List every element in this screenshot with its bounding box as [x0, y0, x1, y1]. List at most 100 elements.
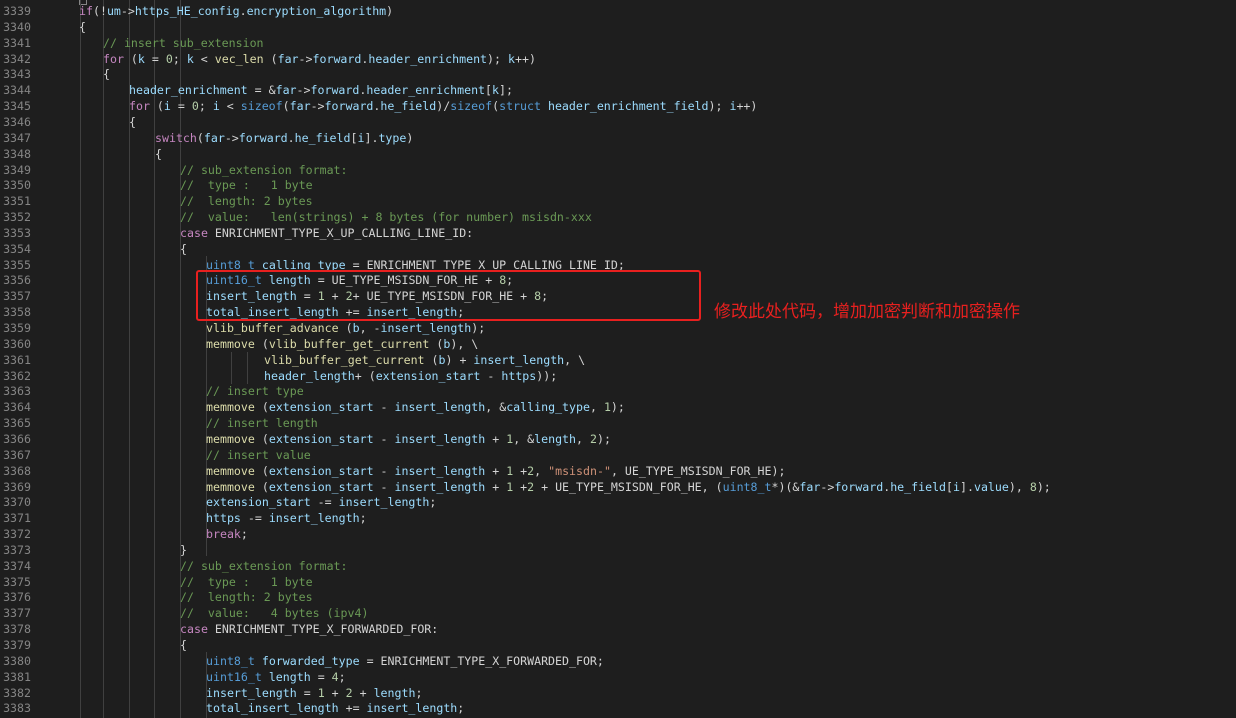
code-token: )	[386, 4, 394, 18]
code-token: = ENRICHMENT_TYPE_X_FORWARDED_FOR;	[359, 653, 604, 668]
code-text: memmove (extension_start - insert_length…	[206, 479, 1051, 495]
code-token: ].	[960, 479, 974, 494]
code-line[interactable]: 3368 memmove (extension_start - insert_le…	[0, 463, 1236, 479]
code-token: insert_length	[394, 479, 486, 494]
code-line[interactable]: 3361 vlib_buffer_get_current (b) + insert…	[0, 352, 1236, 368]
code-token: ,	[589, 400, 604, 415]
code-line[interactable]: 3341 // insert sub_extension	[0, 35, 1236, 51]
code-token: );	[471, 321, 486, 335]
code-token: i	[163, 99, 171, 114]
code-token: (	[254, 463, 269, 478]
code-line[interactable]: 3362 header_length+ (extension_start - ht…	[0, 368, 1236, 384]
code-text: // insert type	[206, 383, 304, 399]
code-line[interactable]: 3383 total_insert_length += insert_length…	[0, 700, 1236, 716]
code-token: ;	[415, 685, 423, 700]
code-token: );	[610, 400, 625, 415]
code-token: insert_length	[206, 685, 297, 700]
code-line[interactable]: 3353 case ENRICHMENT_TYPE_X_UP_CALLING_LI…	[0, 225, 1236, 241]
code-line[interactable]: 3350 // type : 1 byte	[0, 177, 1236, 193]
code-line[interactable]: 3339 if(!um->https_HE_config.encryption_a…	[0, 3, 1236, 19]
code-token: -	[373, 463, 395, 478]
code-line[interactable]: 3381 uint16_t length = 4;	[0, 669, 1236, 685]
code-token: case	[180, 225, 208, 240]
code-token: 4	[331, 669, 339, 684]
code-token: ->	[298, 51, 313, 66]
line-number: 3342	[3, 51, 31, 66]
code-line[interactable]: 3382 insert_length = 1 + 2 + length;	[0, 685, 1236, 701]
code-line[interactable]: 3376 // length: 2 bytes	[0, 589, 1236, 605]
code-token: ++)	[736, 99, 758, 114]
code-line[interactable]: 3352 // value: len(strings) + 8 bytes (fo…	[0, 209, 1236, 225]
code-line[interactable]: 3340 {	[0, 19, 1236, 35]
code-token: );	[1036, 479, 1051, 494]
code-line[interactable]: 3347 switch(far->forward.he_field[i].type…	[0, 130, 1236, 146]
code-token: value	[973, 479, 1009, 494]
code-line[interactable]: 3379 {	[0, 637, 1236, 653]
code-line[interactable]: 3344 header_enrichment = &far->forward.he…	[0, 82, 1236, 98]
code-token: b	[438, 352, 446, 367]
code-token: https_HE_config	[134, 4, 240, 18]
line-number: 3358	[3, 305, 31, 320]
code-text: // type : 1 byte	[180, 574, 313, 590]
code-line[interactable]: 3375 // type : 1 byte	[0, 574, 1236, 590]
code-line[interactable]: 3360 memmove (vlib_buffer_get_current (b)…	[0, 336, 1236, 352]
code-line[interactable]: 3363 // insert type	[0, 383, 1236, 399]
code-line[interactable]: 3365 // insert length	[0, 415, 1236, 431]
line-number: 3340	[3, 19, 31, 34]
code-token: he_field	[890, 479, 947, 494]
code-text: // insert value	[206, 447, 311, 463]
code-token: (	[338, 321, 353, 335]
code-line[interactable]: 3374 // sub_extension format:	[0, 558, 1236, 574]
code-token: ->	[120, 4, 135, 18]
code-token: +=	[338, 701, 367, 716]
code-line[interactable]: 3371 https -= insert_length;	[0, 510, 1236, 526]
code-line[interactable]: 3370 extension_start -= insert_length;	[0, 494, 1236, 510]
code-line[interactable]: 3373}	[0, 542, 1236, 558]
code-token: // insert sub_extension	[103, 35, 264, 50]
code-token: forward	[310, 83, 360, 98]
code-token: forwarded_type	[261, 653, 360, 668]
code-token: -	[373, 400, 395, 415]
line-number: 3350	[3, 178, 31, 193]
code-text: case ENRICHMENT_TYPE_X_UP_CALLING_LINE_I…	[180, 225, 473, 241]
code-token: struct	[499, 99, 541, 114]
code-line[interactable]: 3346 {	[0, 114, 1236, 130]
code-line[interactable]: 3354 {	[0, 241, 1236, 257]
code-line[interactable]: 3351 // length: 2 bytes	[0, 193, 1236, 209]
code-token: k	[492, 83, 500, 98]
code-token: // length: 2 bytes	[180, 194, 313, 209]
code-line[interactable]: 3349 // sub_extension format:	[0, 162, 1236, 178]
code-line[interactable]: 3378 case ENRICHMENT_TYPE_X_FORWARDED_FOR…	[0, 621, 1236, 637]
code-line[interactable]: 3359 vlib_buffer_advance (b, -insert_leng…	[0, 320, 1236, 336]
code-line[interactable]: 3366 memmove (extension_start - insert_le…	[0, 431, 1236, 447]
line-number: 3353	[3, 225, 31, 240]
code-token: uint8_t	[722, 479, 772, 494]
code-line[interactable]: 3343 {	[0, 66, 1236, 82]
code-line[interactable]: 3345 for (i = 0; i < sizeof(far->forward.…	[0, 98, 1236, 114]
code-line[interactable]: 3367 // insert value	[0, 447, 1236, 463]
code-token: , UE_TYPE_MSISDN_FOR_HE);	[610, 463, 786, 478]
code-area[interactable]: 3339 if(!um->https_HE_config.encryption_a…	[0, 0, 1236, 718]
code-token: he_field	[294, 130, 351, 145]
code-line[interactable]: 3364 memmove (extension_start - insert_le…	[0, 399, 1236, 415]
code-line[interactable]: 3342 for (k = 0; k < vec_len (far->forwar…	[0, 51, 1236, 67]
code-token: (	[254, 400, 269, 415]
code-token: far	[203, 130, 225, 145]
code-token: // value: len(strings) + 8 bytes (for nu…	[180, 210, 592, 225]
code-line[interactable]: 3377 // value: 4 bytes (ipv4)	[0, 605, 1236, 621]
code-line[interactable]: 3369 memmove (extension_start - insert_le…	[0, 479, 1236, 495]
code-token: -	[373, 479, 395, 494]
line-number: 3364	[3, 400, 31, 415]
line-number: 3368	[3, 463, 31, 478]
code-token: (	[282, 99, 290, 114]
code-token: https	[206, 511, 241, 526]
code-token: insert_length	[338, 495, 430, 510]
code-token: // value: 4 bytes (ipv4)	[180, 606, 369, 621]
code-line[interactable]: 3380 uint8_t forwarded_type = ENRICHMENT_…	[0, 653, 1236, 669]
code-line[interactable]: 3372 break;	[0, 526, 1236, 542]
code-text: for (i = 0; i < sizeof(far->forward.he_f…	[129, 98, 757, 114]
code-token: .	[287, 130, 295, 145]
code-token: insert_length	[380, 321, 472, 335]
code-line[interactable]: 3348 {	[0, 146, 1236, 162]
code-editor[interactable]: 3339 if(!um->https_HE_config.encryption_a…	[0, 0, 1236, 718]
